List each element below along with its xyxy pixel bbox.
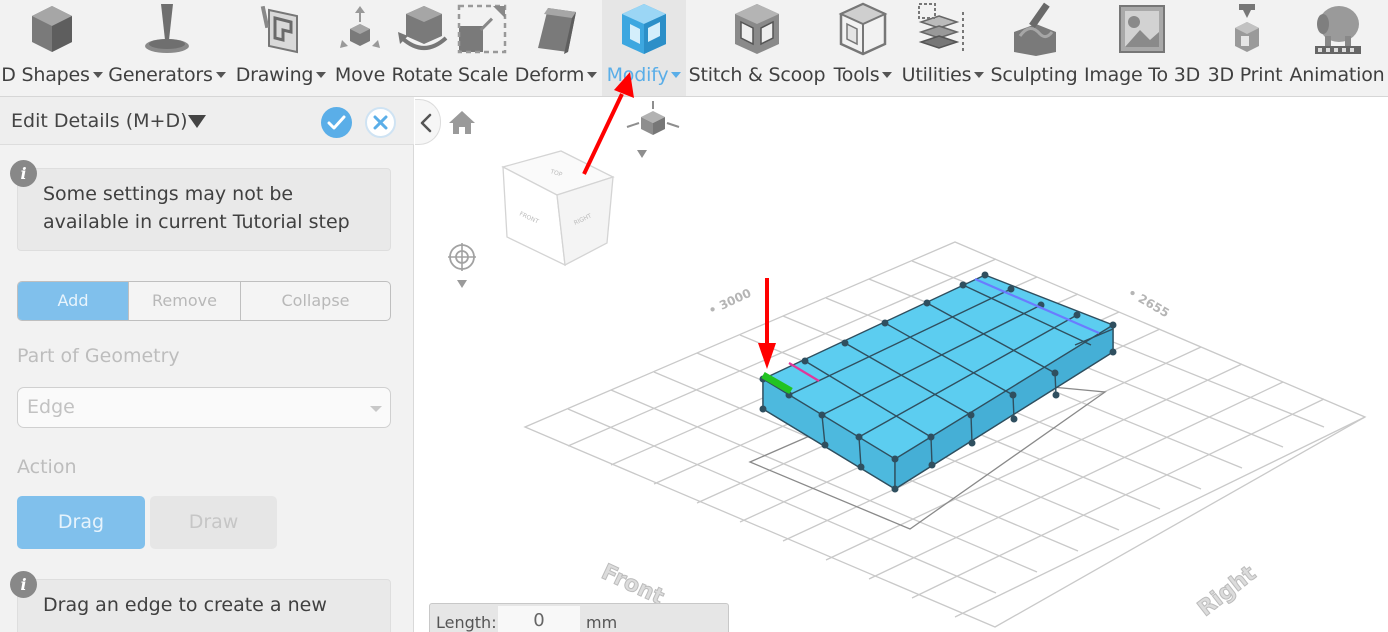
tutorial-notice-text: Some settings may not be available in cu… [43, 183, 350, 233]
toolbar-drawing[interactable]: Drawing [230, 0, 332, 96]
sculpting-icon [1014, 2, 1056, 56]
toolbar-label: Utilities [901, 64, 972, 86]
toolbar-label: D Shapes [1, 64, 90, 86]
toolbar-generators[interactable]: Generators [104, 0, 230, 96]
mode-collapse-button[interactable]: Collapse [241, 282, 390, 320]
mode-add-button[interactable]: Add [18, 282, 129, 320]
utilities-icon [918, 3, 964, 52]
part-of-geometry-label: Part of Geometry [17, 345, 180, 367]
chevron-down-icon [882, 72, 893, 78]
floor-label-right: Right [1193, 561, 1261, 622]
main-toolbar: D Shapes Generators Drawing Move Rotate … [0, 0, 1388, 97]
drag-button[interactable]: Drag [17, 496, 145, 549]
mesh-model[interactable] [759, 271, 1117, 493]
drawing-icon [260, 5, 298, 54]
rotate-icon [398, 6, 448, 50]
toolbar-3d-shapes[interactable]: D Shapes [0, 0, 104, 96]
toolbar-animation[interactable]: Animation [1286, 0, 1388, 96]
length-unit: mm [586, 613, 618, 632]
modify-icon [622, 4, 666, 54]
home-icon[interactable] [449, 111, 475, 134]
toolbar-label: Deform [514, 64, 585, 86]
info-icon: i [10, 160, 37, 187]
snap-grid-icon[interactable] [448, 243, 476, 288]
drag-hint-notice: Drag an edge to create a new [17, 579, 391, 632]
chevron-down-icon [587, 72, 598, 78]
stitch-scoop-icon [735, 4, 779, 54]
tools-icon [838, 2, 888, 56]
part-of-geometry-value: Edge [27, 396, 75, 418]
toolbar-label: Rotate [391, 64, 453, 86]
view-cube[interactable]: TOP FRONT RIGHT [501, 150, 615, 267]
generator-icon [145, 4, 189, 53]
chevron-down-icon [215, 72, 226, 78]
annotation-arrow-edge [758, 278, 776, 369]
length-input-bar: Length: 0 mm [429, 603, 729, 632]
chevron-down-icon [671, 72, 682, 78]
deform-icon [538, 8, 576, 54]
mode-remove-button[interactable]: Remove [129, 282, 241, 320]
toolbar-label: Modify [606, 64, 669, 86]
drag-hint-text: Drag an edge to create a new [43, 594, 327, 616]
toolbar-label: Animation [1289, 64, 1385, 86]
right-dimension-label: • 2655 [1126, 285, 1172, 320]
cube-icon [32, 6, 72, 52]
cancel-button[interactable] [365, 107, 396, 138]
length-input[interactable]: 0 [498, 606, 580, 632]
mode-segmented-control: Add Remove Collapse [17, 281, 391, 321]
toolbar-deform[interactable]: Deform [510, 0, 602, 96]
draw-button[interactable]: Draw [150, 496, 277, 549]
toolbar-label: Stitch & Scoop [688, 64, 826, 86]
chevron-down-icon [370, 406, 382, 412]
animation-icon [1315, 6, 1361, 54]
panel-header: Edit Details (M+D) [0, 97, 414, 145]
3d-viewport[interactable]: Front Right • 3000 • 2655 TOP FRONT RIGH… [415, 97, 1388, 632]
toolbar-label: Move [334, 64, 386, 86]
toolbar-label: Scale [457, 64, 509, 86]
3d-print-icon [1235, 4, 1259, 52]
checkmark-icon [327, 115, 346, 130]
confirm-button[interactable] [321, 107, 352, 138]
scene-canvas[interactable]: Front Right • 3000 • 2655 TOP FRONT RIGH… [415, 97, 1388, 632]
toolbar-label: Image To 3D [1083, 64, 1201, 86]
part-of-geometry-select[interactable]: Edge [17, 387, 391, 428]
length-label: Length: [436, 613, 497, 632]
info-icon: i [10, 571, 37, 598]
toolbar-modify[interactable]: Modify [602, 0, 686, 96]
scale-icon [457, 4, 507, 54]
chevron-down-icon [92, 72, 103, 78]
panel-menu-caret-icon[interactable] [188, 115, 206, 128]
toolbar-label: Tools [833, 64, 880, 86]
move-icon [340, 6, 380, 48]
toolbar-scale[interactable]: Scale [456, 0, 510, 96]
toolbar-3d-print[interactable]: 3D Print [1204, 0, 1286, 96]
toolbar-tools[interactable]: Tools [828, 0, 898, 96]
image-to-3d-icon [1119, 5, 1165, 53]
panel-title: Edit Details (M+D) [11, 110, 188, 132]
toolbar-utilities[interactable]: Utilities [898, 0, 988, 96]
edit-details-panel: Edit Details (M+D) Some settings may not… [0, 97, 414, 632]
toolbar-label: 3D Print [1207, 64, 1283, 86]
chevron-left-icon [420, 113, 432, 133]
action-label: Action [17, 456, 77, 478]
chevron-down-icon [974, 72, 985, 78]
close-icon [373, 115, 388, 130]
toolbar-label: Drawing [235, 64, 314, 86]
chevron-down-icon [316, 72, 327, 78]
toolbar-label: Generators [108, 64, 213, 86]
tutorial-notice: Some settings may not be available in cu… [17, 168, 391, 251]
toolbar-move[interactable]: Move [332, 0, 388, 96]
toolbar-rotate[interactable]: Rotate [388, 0, 456, 96]
toolbar-image-to-3d[interactable]: Image To 3D [1080, 0, 1204, 96]
toolbar-label: Sculpting [990, 64, 1078, 86]
toolbar-stitch-scoop[interactable]: Stitch & Scoop [686, 0, 828, 96]
perspective-toggle-icon[interactable] [626, 101, 680, 158]
left-dimension-label: • 3000 [706, 286, 753, 318]
toolbar-sculpting[interactable]: Sculpting [988, 0, 1080, 96]
